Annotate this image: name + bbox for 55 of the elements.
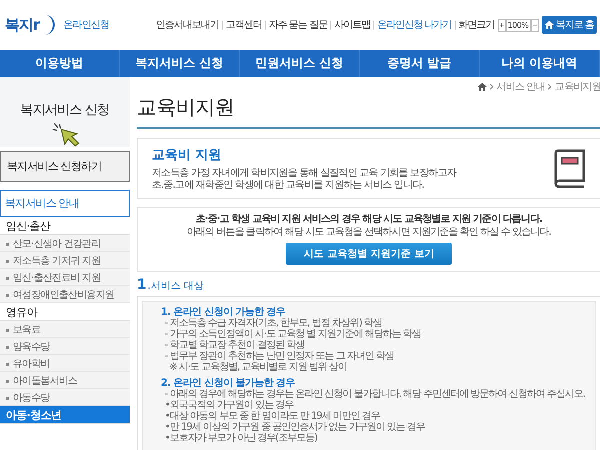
logo-subtitle: 온라인신청: [63, 19, 110, 32]
breadcrumb-link[interactable]: 서비스 안내: [496, 80, 546, 94]
utility-link[interactable]: 온라인신청 나가기: [377, 18, 452, 32]
case-text: - 학교별 학교장 추천이 결정된 학생: [164, 340, 306, 351]
case-text: ※ 시·도 교육청별, 교육비별로 지원 범위 상이: [168, 362, 348, 373]
zoom-in-button[interactable]: +: [498, 18, 506, 32]
intro-text: 저소득층 가정 자녀에게 학비지원을 통해 실질적인 교육 기회를 보장하고자: [152, 168, 456, 180]
sidebar-item[interactable]: 보육료: [0, 321, 130, 338]
banner-title: 복지서비스 신청: [20, 102, 110, 119]
case-heading: 2. 온라인 신청이 불가능한 경우: [161, 378, 296, 389]
case-heading: 1. 온라인 신청이 가능한 경우: [161, 307, 286, 318]
apply-button[interactable]: 복지서비스 신청하기: [0, 151, 130, 182]
sidebar-item[interactable]: 유아학비: [0, 355, 130, 372]
sidebar-group[interactable]: 아동·청소년: [0, 406, 130, 424]
notice-text: 아래의 버튼을 클릭하여 해당 시도 교육청을 선택하시면 지원기준을 확인 하실 수 있습니다.: [187, 227, 552, 239]
home-icon: [478, 83, 487, 91]
page-title: 교육비지원: [137, 94, 600, 129]
sidebar-item[interactable]: 저소득층 기저귀 지원: [0, 252, 130, 269]
case-text: - 저소득층 수급 자격자(기초, 한부모, 법정 차상위) 학생: [164, 318, 384, 329]
utility-link[interactable]: 자주 묻는 질문: [269, 18, 328, 32]
section-title: .서비스 대상: [148, 280, 204, 293]
chevron-icon: [490, 84, 494, 90]
zoom-value: 100%: [506, 18, 531, 32]
notice-text: 초·중·고 학생 교육비 지원 서비스의 경우 해당 시도 교육청별로 지원 기준이 다릅니다.: [196, 214, 542, 226]
nav-tab[interactable]: 나의 이용내역: [480, 50, 600, 77]
case-text: - 아래의 경우에 해당하는 경우는 온라인 신청이 불가합니다. 해당 주민센터에 방문하여 신청하여 주십시오.: [164, 389, 586, 400]
criteria-button[interactable]: 시도 교육청별 지원기준 보기: [286, 243, 452, 265]
sidebar-item[interactable]: 아동수당: [0, 389, 130, 406]
sidebar-item[interactable]: 양육수당: [0, 338, 130, 355]
sidebar-item[interactable]: 아이돌봄서비스: [0, 372, 130, 389]
utility-link[interactable]: 고객센터: [226, 18, 262, 32]
case-text: •만 19세 이상의 가구원 중 공인인증서가 없는 가구원이 있는 경우: [164, 422, 426, 433]
home-button[interactable]: 복지로 홈: [542, 16, 597, 34]
sidebar-section-title: 복지서비스 안내: [0, 190, 130, 217]
utility-link[interactable]: 인증서내보내기: [156, 18, 220, 32]
home-icon: [544, 21, 554, 29]
intro-text: 초.중.고에 재학중인 학생에 대한 교육비를 지원하는 서비스 입니다.: [152, 180, 426, 192]
logo-text[interactable]: 복지r: [5, 16, 40, 34]
nav-tab[interactable]: 증명서 발급: [360, 50, 480, 77]
book-icon: [552, 149, 588, 189]
breadcrumb-link[interactable]: 교육비지원: [555, 80, 600, 94]
intro-title: 교육비 지원: [152, 147, 223, 164]
utility-link[interactable]: 사이트맵: [334, 18, 370, 32]
zoom-label: 화면크기: [458, 19, 495, 32]
sidebar-item[interactable]: 여성장애인출산비용지원: [0, 286, 130, 303]
case-text: •대상 아동의 부모 중 한 명이라도 만 19세 미만인 경우: [164, 411, 382, 422]
case-text: - 법무부 장관이 추천하는 난민 인정자 또는 그 자녀인 학생: [164, 351, 396, 362]
case-text: •보호자가 부모가 아닌 경우(조부모등): [164, 433, 318, 444]
case-text: •외국국적의 가구원이 있는 경우: [164, 400, 295, 411]
section-number: 1: [137, 277, 147, 293]
chevron-icon: [548, 84, 552, 90]
nav-tab[interactable]: 민원서비스 신청: [240, 50, 360, 77]
sidebar-item[interactable]: 임신·출산진료비 지원: [0, 269, 130, 286]
sidebar-item[interactable]: 산모·신생아 건강관리: [0, 235, 130, 252]
case-text: - 가구의 소득인정액이 시·도 교육청 별 지원기준에 해당하는 학생: [164, 329, 422, 340]
